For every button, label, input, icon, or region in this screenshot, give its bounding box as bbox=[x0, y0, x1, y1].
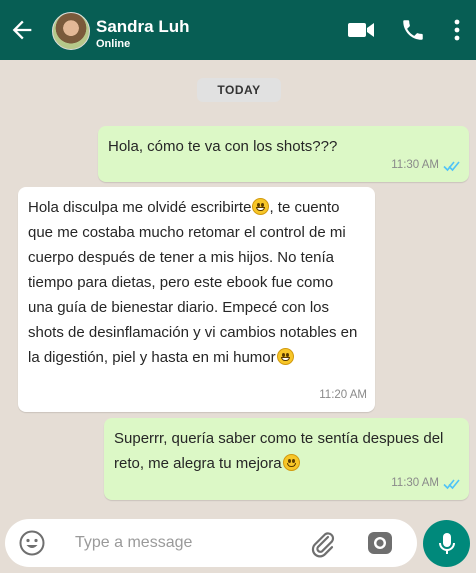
more-options-icon[interactable] bbox=[449, 16, 465, 44]
back-arrow-icon[interactable] bbox=[8, 16, 36, 44]
camera-icon[interactable] bbox=[366, 529, 394, 557]
outgoing-message[interactable]: Hola, cómo te va con los shots??? 11:30 … bbox=[98, 126, 469, 182]
contact-status: Online bbox=[96, 38, 131, 50]
message-time: 11:30 AM bbox=[391, 159, 439, 171]
grinning-emoji-icon bbox=[276, 348, 294, 365]
message-text: Hola disculpa me olvidé escribirte, te c… bbox=[28, 198, 358, 366]
chat-area[interactable]: TODAY Hola, cómo te va con los shots??? … bbox=[0, 60, 476, 507]
incoming-message[interactable]: Hola disculpa me olvidé escribirte, te c… bbox=[18, 187, 375, 412]
grinning-emoji-icon bbox=[252, 198, 270, 215]
microphone-icon bbox=[438, 532, 455, 554]
contact-name[interactable]: Sandra Luh bbox=[96, 17, 190, 37]
composer-bar bbox=[0, 507, 476, 573]
phone-icon[interactable] bbox=[400, 16, 426, 44]
read-receipt-icon bbox=[443, 478, 460, 489]
message-time: 11:20 AM bbox=[319, 389, 367, 401]
attach-icon[interactable] bbox=[307, 528, 337, 558]
microphone-button[interactable] bbox=[423, 520, 470, 567]
date-divider: TODAY bbox=[197, 78, 281, 102]
message-time: 11:30 AM bbox=[391, 477, 439, 489]
message-meta: 11:20 AM bbox=[319, 383, 367, 408]
message-meta: 11:30 AM bbox=[391, 153, 461, 178]
message-meta: 11:30 AM bbox=[391, 471, 461, 496]
message-text: Superrr, quería saber como te sentía des… bbox=[114, 430, 444, 472]
outgoing-message[interactable]: Superrr, quería saber como te sentía des… bbox=[104, 418, 469, 500]
message-composer bbox=[5, 519, 417, 567]
video-call-icon[interactable] bbox=[346, 16, 376, 44]
avatar[interactable] bbox=[52, 12, 90, 50]
chat-header: Sandra Luh Online bbox=[0, 0, 476, 60]
emoji-icon[interactable] bbox=[19, 530, 45, 556]
smiling-emoji-icon bbox=[282, 454, 300, 471]
message-input[interactable] bbox=[75, 531, 325, 555]
read-receipt-icon bbox=[443, 160, 460, 171]
